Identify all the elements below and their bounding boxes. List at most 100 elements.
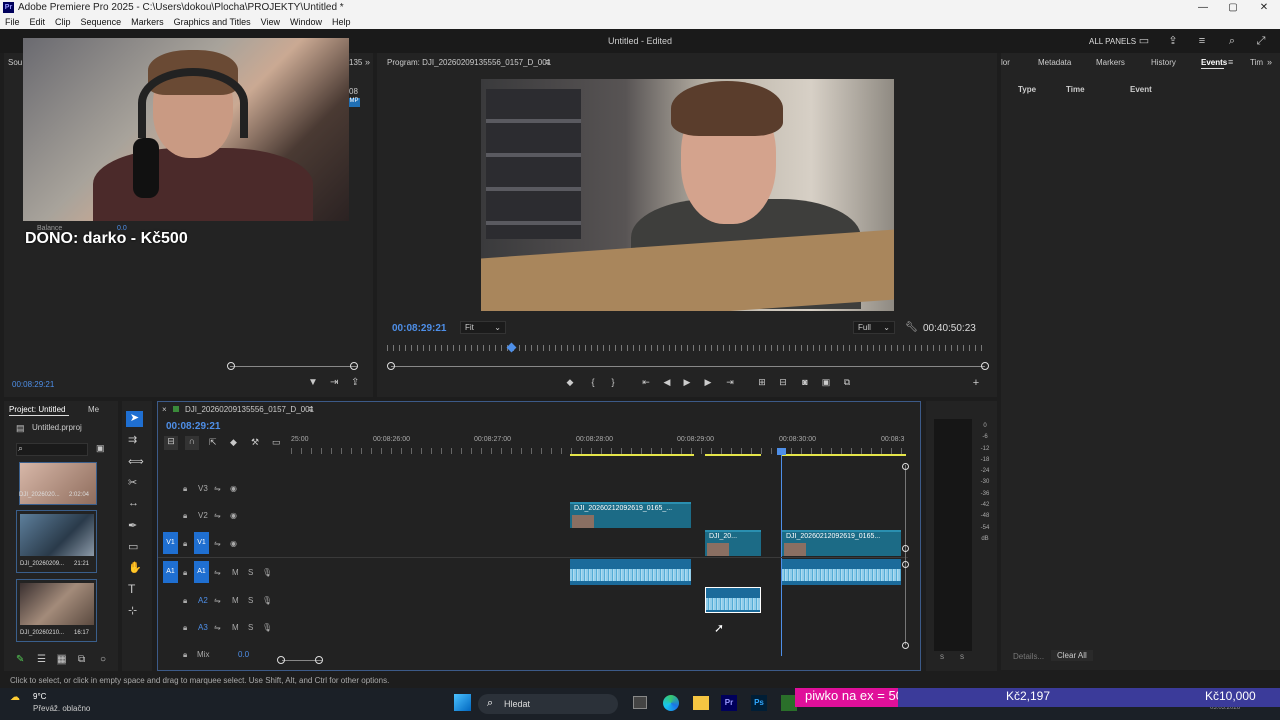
camera-icon[interactable]: ◙ bbox=[798, 377, 812, 387]
mute-button[interactable]: M bbox=[232, 596, 239, 605]
column-time[interactable]: Time bbox=[1066, 85, 1085, 94]
solo-right[interactable]: S bbox=[960, 655, 964, 661]
mark-out-icon[interactable]: } bbox=[606, 377, 620, 387]
track-label-a1[interactable]: A1 bbox=[194, 561, 209, 583]
tab-metadata[interactable]: Metadata bbox=[1038, 58, 1071, 67]
ripple-edit-icon[interactable]: ⟺ bbox=[128, 455, 144, 468]
type-tool-icon[interactable]: T bbox=[128, 582, 135, 596]
close-window-button[interactable]: ✕ bbox=[1248, 0, 1280, 15]
hand-icon[interactable]: ✋ bbox=[128, 561, 142, 574]
tab-timecode[interactable]: Tim bbox=[1250, 58, 1263, 67]
lock-icon[interactable]: 🔒︎ bbox=[183, 650, 187, 660]
export-icon[interactable]: ⇪ bbox=[351, 377, 359, 388]
program-timecode[interactable]: 00:08:29:21 bbox=[392, 323, 446, 334]
fit-dropdown[interactable]: Fit ⌄ bbox=[460, 321, 506, 334]
video-clip-v2[interactable]: DJI_20260212092619_0165_... bbox=[570, 502, 691, 528]
video-clip-v1-b[interactable]: DJI_20260212092619_0165... bbox=[782, 530, 901, 556]
fullscreen-icon[interactable]: ⤢ bbox=[1255, 35, 1267, 47]
zoom-circle-icon[interactable]: ○ bbox=[100, 654, 106, 665]
program-video-frame[interactable] bbox=[481, 79, 894, 311]
sync-lock-icon[interactable]: ⇋ bbox=[214, 596, 221, 605]
step-back-icon[interactable]: ◀ bbox=[660, 377, 674, 388]
tab-markers[interactable]: Markers bbox=[1096, 58, 1125, 67]
column-type[interactable]: Type bbox=[1018, 85, 1036, 94]
play-icon[interactable]: ▶ bbox=[680, 377, 694, 388]
program-menu-icon[interactable]: ≡ bbox=[545, 57, 550, 67]
source-patch-v1[interactable]: V1 bbox=[163, 532, 178, 554]
menu-edit[interactable]: Edit bbox=[30, 17, 46, 27]
program-scrub-end[interactable] bbox=[981, 362, 989, 370]
project-file-name[interactable]: Untitled.prproj bbox=[32, 423, 82, 432]
list-view-icon[interactable]: ☰ bbox=[37, 654, 46, 665]
video-clip-v1-a[interactable]: DJI_20... bbox=[705, 530, 761, 556]
task-view-icon[interactable] bbox=[633, 696, 647, 709]
go-to-out-icon[interactable]: ⇥ bbox=[723, 377, 737, 388]
sync-lock-icon[interactable]: ⇋ bbox=[214, 623, 221, 632]
lock-icon[interactable]: 🔒︎ bbox=[183, 484, 187, 494]
zoom-handle-a1[interactable] bbox=[902, 561, 909, 568]
timeline-timecode[interactable]: 00:08:29:21 bbox=[166, 421, 220, 432]
comparison-view-icon[interactable]: ▣ bbox=[819, 377, 833, 388]
project-search-input[interactable] bbox=[16, 443, 88, 456]
captions-icon[interactable]: ▭ bbox=[272, 437, 281, 448]
mute-button[interactable]: M bbox=[232, 623, 239, 632]
search-icon[interactable]: ⌕ bbox=[1226, 35, 1238, 47]
premiere-taskbar-icon[interactable]: Pr bbox=[721, 695, 737, 711]
nest-icon[interactable]: ⊟ bbox=[164, 436, 178, 450]
tab-color[interactable]: lor bbox=[1001, 58, 1010, 67]
add-marker-icon[interactable]: ◆ bbox=[563, 377, 577, 388]
add-marker-icon[interactable]: ◆ bbox=[230, 437, 237, 448]
project-tab[interactable]: Project: Untitled bbox=[9, 405, 65, 414]
menu-help[interactable]: Help bbox=[332, 17, 351, 27]
program-scrub-start[interactable] bbox=[387, 362, 395, 370]
zoom-handle-bottom[interactable] bbox=[902, 642, 909, 649]
menu-sequence[interactable]: Sequence bbox=[81, 17, 122, 27]
filter-icon[interactable]: ▼ bbox=[308, 377, 318, 388]
add-button-icon[interactable]: + bbox=[969, 377, 983, 389]
program-ruler[interactable] bbox=[387, 345, 987, 351]
icon-view-icon[interactable]: ▦ bbox=[57, 654, 67, 665]
tab-events[interactable]: Events bbox=[1201, 58, 1227, 67]
file-explorer-icon[interactable] bbox=[693, 696, 709, 710]
hscroll-end-handle[interactable] bbox=[315, 656, 323, 664]
scrubber-start-handle[interactable] bbox=[227, 362, 235, 370]
source-tab[interactable]: Sou bbox=[8, 58, 22, 67]
audio-clip-a1-a[interactable] bbox=[570, 559, 691, 585]
weather-desc[interactable]: Převáž. oblačno bbox=[33, 704, 90, 713]
maximize-button[interactable]: ▢ bbox=[1217, 0, 1249, 15]
lift-icon[interactable]: ⊞ bbox=[755, 377, 769, 388]
go-to-in-icon[interactable]: ⇤ bbox=[639, 377, 653, 388]
quality-dropdown[interactable]: Full ⌄ bbox=[853, 321, 895, 334]
details-button[interactable]: Details... bbox=[1013, 652, 1044, 661]
insert-icon[interactable]: ⇥ bbox=[330, 377, 338, 388]
wrench-icon[interactable]: 🔧︎ bbox=[905, 322, 918, 333]
minimize-button[interactable]: — bbox=[1187, 0, 1219, 15]
all-panels-button[interactable]: ALL PANELS bbox=[1089, 37, 1136, 46]
razor-icon[interactable]: ✂ bbox=[128, 476, 137, 489]
hscroll-start-handle[interactable] bbox=[277, 656, 285, 664]
pencil-icon[interactable]: ✎ bbox=[16, 654, 24, 665]
lock-icon[interactable]: 🔒︎ bbox=[183, 539, 187, 549]
freeform-view-icon[interactable]: ⧉ bbox=[78, 654, 85, 665]
menu-file[interactable]: File bbox=[5, 17, 20, 27]
close-tab-icon[interactable]: × bbox=[162, 405, 167, 414]
solo-button[interactable]: S bbox=[248, 568, 253, 577]
media-browser-tab[interactable]: Me bbox=[88, 405, 99, 414]
eye-icon[interactable]: ◉ bbox=[230, 539, 237, 548]
source-timecode[interactable]: 00:08:29:21 bbox=[12, 380, 54, 389]
mix-value[interactable]: 0.0 bbox=[238, 650, 249, 659]
eye-icon[interactable]: ◉ bbox=[230, 484, 237, 493]
lock-icon[interactable]: 🔒︎ bbox=[183, 511, 187, 521]
timeline-menu-icon[interactable]: ≡ bbox=[308, 404, 313, 414]
more-tabs-icon[interactable]: » bbox=[1267, 57, 1272, 67]
selection-tool-icon[interactable]: ➤ bbox=[126, 411, 143, 427]
new-bin-icon[interactable]: ▣ bbox=[96, 443, 105, 454]
timeline-tab[interactable]: DJI_20260209135556_0157_D_001 bbox=[185, 405, 314, 414]
menu-clip[interactable]: Clip bbox=[55, 17, 71, 27]
step-forward-icon[interactable]: ▶ bbox=[701, 377, 715, 388]
audio-clip-a2[interactable] bbox=[705, 587, 761, 613]
track-select-icon[interactable]: ⇉ bbox=[128, 433, 137, 446]
vertical-zoom-bar[interactable] bbox=[905, 465, 906, 645]
lock-icon[interactable]: 🔒︎ bbox=[183, 596, 187, 606]
project-clip-card-2[interactable]: DJI_20260209... 21:21 bbox=[16, 510, 97, 573]
